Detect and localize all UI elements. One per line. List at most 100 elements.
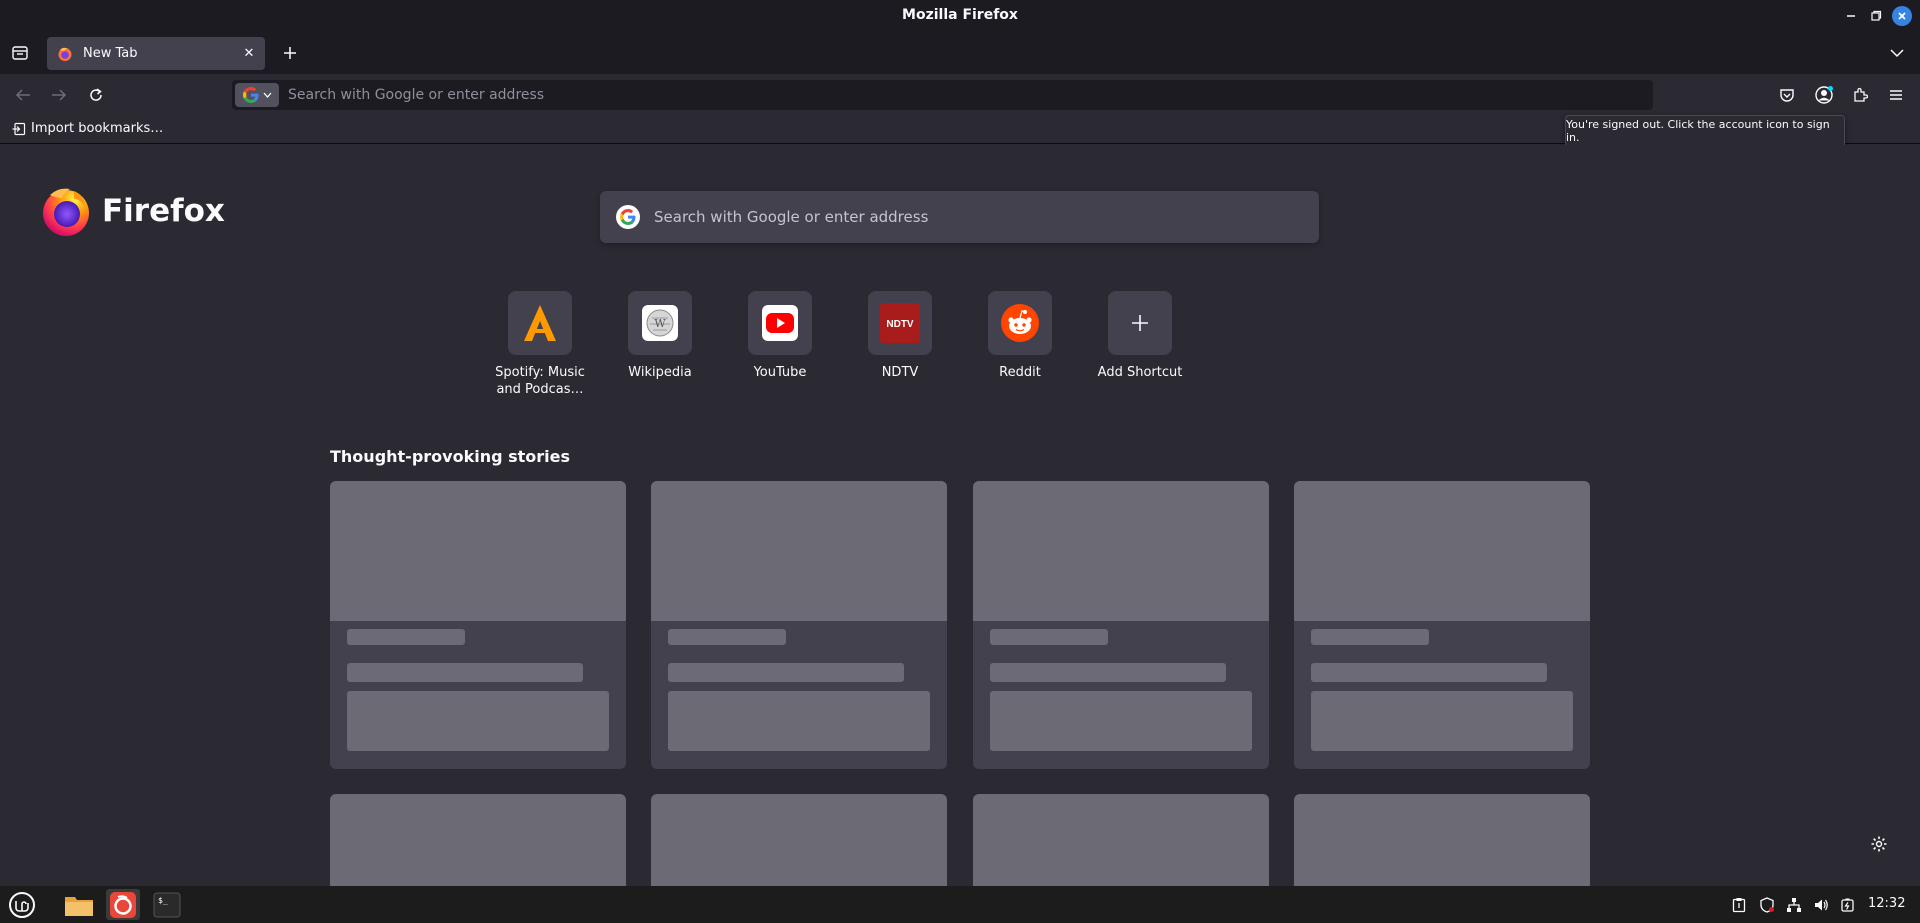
taskbar-files[interactable] — [62, 889, 96, 920]
network-tray[interactable] — [1783, 889, 1805, 920]
update-manager-tray[interactable] — [1756, 889, 1778, 920]
chevron-down-icon — [263, 92, 271, 98]
window-title: Mozilla Firefox — [902, 7, 1018, 23]
back-button[interactable] — [12, 84, 34, 106]
tab-close-icon[interactable]: ✕ — [239, 46, 259, 61]
pocket-icon — [1780, 88, 1794, 102]
close-icon — [1898, 12, 1906, 20]
personalize-button[interactable] — [1870, 835, 1888, 857]
shield-icon — [1760, 896, 1774, 913]
story-card-placeholder[interactable] — [1294, 481, 1590, 769]
back-arrow-icon — [15, 89, 30, 101]
newtab-search-box[interactable]: Search with Google or enter address — [600, 191, 1319, 243]
extensions-button[interactable] — [1849, 84, 1871, 106]
new-tab-page: Firefox Search with Google or enter addr… — [0, 145, 1920, 886]
navigation-toolbar: Search with Google or enter address — [0, 74, 1920, 116]
pocket-button[interactable] — [1776, 84, 1798, 106]
ndtv-logo-text: NDTV — [886, 319, 914, 330]
signed-out-tooltip: You're signed out. Click the account ico… — [1565, 115, 1845, 147]
window-titlebar: Mozilla Firefox — [0, 0, 1920, 32]
volume-tray[interactable] — [1810, 889, 1832, 920]
story-card-placeholder[interactable] — [651, 794, 947, 886]
linux-mint-icon — [9, 891, 35, 918]
story-card-placeholder[interactable] — [330, 481, 626, 769]
shortcut-label: NDTV — [881, 365, 919, 380]
plus-icon — [1132, 315, 1148, 331]
puzzle-icon — [1854, 87, 1868, 102]
forward-arrow-icon — [52, 89, 67, 101]
firefox-view-button[interactable] — [8, 42, 32, 64]
shortcut-wikipedia[interactable]: W Wikipedia — [608, 291, 712, 381]
google-icon — [242, 87, 258, 103]
close-window-button[interactable] — [1892, 6, 1912, 26]
shortcut-label: Spotify: Music and Podcas… — [495, 365, 585, 397]
story-card-placeholder[interactable] — [973, 794, 1269, 886]
story-card-placeholder[interactable] — [1294, 794, 1590, 886]
firefox-wordmark: Firefox — [102, 193, 225, 229]
minimize-button[interactable] — [1841, 6, 1861, 26]
firefox-icon — [110, 891, 136, 918]
url-bar[interactable]: Search with Google or enter address — [232, 80, 1653, 110]
firefox-view-icon — [12, 46, 28, 60]
youtube-icon — [762, 305, 798, 341]
search-engine-selector[interactable] — [235, 83, 279, 107]
clipboard-icon — [1732, 897, 1746, 912]
system-taskbar: $_ 12:32 — [0, 886, 1920, 923]
shortcut-label: YouTube — [753, 365, 807, 380]
volume-icon — [1815, 899, 1828, 910]
shortcut-ndtv[interactable]: NDTV NDTV — [848, 291, 952, 381]
newtab-search-placeholder: Search with Google or enter address — [654, 208, 929, 226]
start-menu-button[interactable] — [6, 889, 38, 920]
tab-bar: New Tab ✕ — [0, 32, 1920, 74]
terminal-icon: $_ — [153, 892, 181, 917]
spotify-icon — [524, 305, 556, 341]
app-menu-button[interactable] — [1885, 84, 1907, 106]
shortcut-label: Add Shortcut — [1097, 365, 1183, 380]
reload-icon — [90, 88, 102, 101]
gear-icon — [1871, 836, 1887, 852]
reload-button[interactable] — [85, 84, 107, 106]
chevron-down-icon — [1890, 49, 1904, 58]
taskbar-terminal[interactable]: $_ — [150, 889, 184, 920]
clipboard-tray[interactable] — [1728, 889, 1750, 920]
taskbar-firefox[interactable] — [106, 889, 140, 920]
tab-new-tab[interactable]: New Tab ✕ — [47, 37, 265, 70]
stories-section-title: Thought-provoking stories — [330, 447, 571, 466]
import-bookmarks-button[interactable]: Import bookmarks… — [12, 121, 163, 136]
import-icon — [12, 122, 26, 135]
story-card-placeholder[interactable] — [330, 794, 626, 886]
wikipedia-icon: W — [642, 305, 678, 341]
shortcut-spotify[interactable]: Spotify: Music and Podcas… — [488, 291, 592, 398]
restore-button[interactable] — [1866, 6, 1886, 26]
firefox-logo-icon — [43, 188, 89, 236]
url-bar-placeholder: Search with Google or enter address — [288, 87, 545, 103]
network-icon — [1787, 897, 1801, 912]
shortcut-reddit[interactable]: Reddit — [968, 291, 1072, 381]
new-tab-button[interactable] — [278, 41, 302, 65]
google-icon — [616, 205, 640, 229]
battery-tray[interactable] — [1837, 889, 1859, 920]
firefox-logo: Firefox — [40, 185, 225, 237]
shortcut-label: Reddit — [999, 365, 1041, 380]
firefox-favicon-icon — [58, 47, 72, 61]
account-icon — [1815, 86, 1833, 104]
svg-text:$_: $_ — [158, 896, 168, 905]
forward-button[interactable] — [48, 84, 70, 106]
import-bookmarks-label: Import bookmarks… — [31, 121, 164, 136]
battery-icon — [1841, 898, 1854, 912]
list-all-tabs-button[interactable] — [1886, 42, 1908, 64]
svg-text:W: W — [654, 317, 666, 330]
taskbar-clock[interactable]: 12:32 — [1868, 896, 1905, 911]
account-button[interactable] — [1812, 83, 1836, 107]
shortcut-label: Wikipedia — [628, 365, 692, 380]
folder-icon — [65, 896, 93, 916]
reddit-icon — [1001, 304, 1039, 342]
tab-label: New Tab — [83, 46, 138, 61]
ndtv-icon: NDTV — [880, 303, 920, 343]
story-card-placeholder[interactable] — [651, 481, 947, 769]
story-card-placeholder[interactable] — [973, 481, 1269, 769]
add-shortcut-button[interactable]: Add Shortcut — [1088, 291, 1192, 381]
plus-icon — [284, 47, 296, 59]
hamburger-menu-icon — [1890, 90, 1902, 100]
shortcut-youtube[interactable]: YouTube — [728, 291, 832, 381]
